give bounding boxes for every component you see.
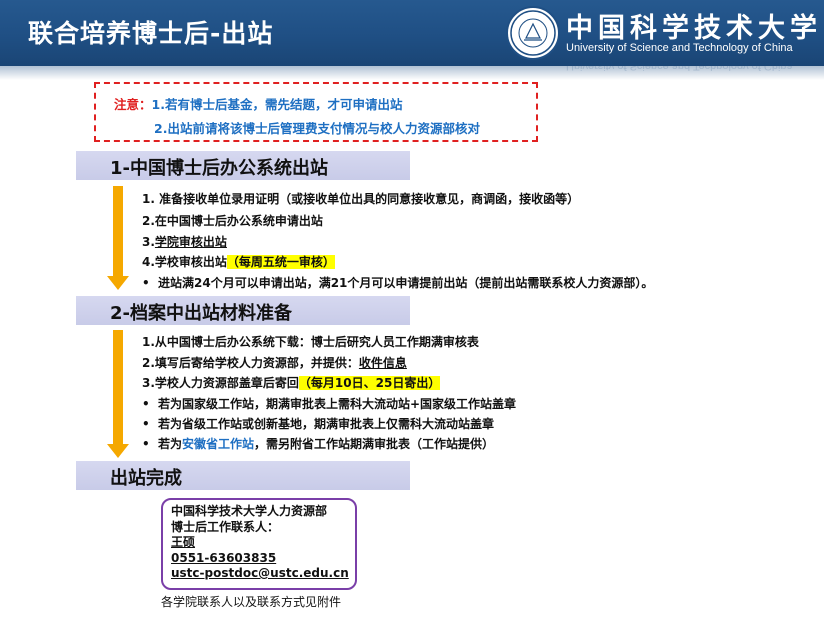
step-1-item-1: 1. 准备接收单位录用证明（或接收单位出具的同意接收意见，商调函，接收函等） [142, 192, 580, 206]
step-1-item-3: 3.学院审核出站 [142, 235, 227, 249]
step-3-bar: 出站完成 [76, 461, 410, 490]
contact-name: 王硕 [171, 535, 196, 549]
notice-text-1: 1.若有博士后基金，需先结题，才可申请出站 [151, 97, 403, 112]
anhui-workstation-text: 安徽省工作站 [182, 437, 255, 451]
step-1-bar: 1-中国博士后办公系统出站 [76, 151, 410, 180]
step-1-item-4: 4.学校审核出站（每周五统一审核） [142, 255, 335, 269]
page-title: 联合培养博士后-出站 [28, 19, 274, 48]
step-2-title: 2-档案中出站材料准备 [110, 303, 292, 324]
step-1-arrow-icon [107, 186, 129, 290]
step-2-bullet-1: • 若为国家级工作站，期满审批表上需科大流动站+国家级工作站盖章 [142, 397, 517, 411]
contact-note: 各学院联系人以及联系方式见附件 [161, 595, 342, 609]
notice-label: 注意： [114, 97, 152, 112]
university-seal-icon [506, 6, 560, 60]
step-2-item-2: 2.填写后寄给学校人力资源部，并提供：收件信息 [142, 356, 407, 370]
step-2-bullet-2: • 若为省级工作站或创新基地，期满审批表上仅需科大流动站盖章 [142, 417, 495, 431]
notice-line-1: 注意：1.若有博士后基金，需先结题，才可申请出站 [114, 94, 402, 113]
contact-role: 博士后工作联系人： [171, 519, 280, 534]
step-1-item-2: 2.在中国博士后办公系统申请出站 [142, 214, 323, 228]
contact-phone[interactable]: 0551-63603835 [171, 551, 347, 567]
notice-line-2: 2.出站前请将该博士后管理费支付情况与校人力资源部核对 [154, 121, 480, 136]
step-2-bar: 2-档案中出站材料准备 [76, 296, 410, 325]
step-2-item-3: 3.学校人力资源部盖章后寄回（每月10日、25日寄出） [142, 376, 441, 390]
notice-box: 注意：1.若有博士后基金，需先结题，才可申请出站 2.出站前请将该博士后管理费支… [94, 82, 538, 142]
step-1-bullet: • 进站满24个月可以申请出站，满21个月可以申请提前出站（提前出站需联系校人力资… [142, 276, 654, 290]
university-name-cn: 中国科学技术大学 [566, 13, 822, 44]
step-2-bullet-3: • 若为安徽省工作站，需另附省工作站期满审批表（工作站提供） [142, 437, 495, 451]
step-1-title: 1-中国博士后办公系统出站 [110, 158, 328, 179]
receipt-info-link[interactable]: 收件信息 [359, 356, 407, 370]
step-2-item-1: 1.从中国博士后办公系统下载：博士后研究人员工作期满审核表 [142, 335, 479, 349]
header-banner: 联合培养博士后-出站 中国科学技术大学 University of Scienc… [0, 0, 824, 66]
contact-card: 中国科学技术大学人力资源部 博士后工作联系人： 王硕 0551-63603835… [161, 498, 357, 590]
contact-org: 中国科学技术大学人力资源部 [171, 504, 328, 518]
mailing-date-highlight: （每月10日、25日寄出） [298, 376, 441, 390]
university-name-en: University of Science and Technology of … [566, 42, 793, 54]
step-3-title: 出站完成 [110, 468, 182, 489]
contact-email[interactable]: ustc-postdoc@ustc.edu.cn [171, 566, 349, 582]
weekly-review-highlight: （每周五统一审核） [226, 255, 335, 269]
step-2-arrow-icon [107, 330, 129, 460]
university-name-reflection: University of Science and Technology of … [566, 60, 793, 72]
college-review-link[interactable]: 学院审核出站 [155, 235, 227, 249]
